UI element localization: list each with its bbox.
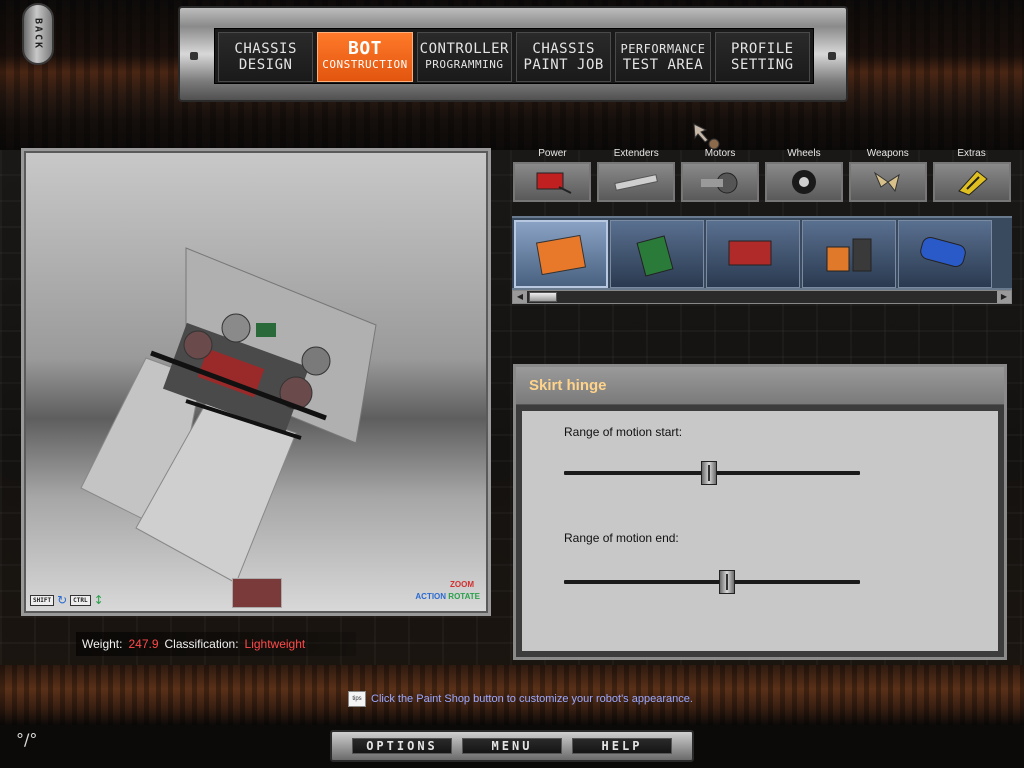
weight-value: 247.9: [128, 637, 159, 651]
category-motors[interactable]: Motors: [680, 146, 761, 208]
part-battery-pair[interactable]: [802, 220, 896, 288]
red-battery-box-icon: [728, 240, 772, 266]
range-start-label: Range of motion start:: [564, 425, 683, 439]
parts-scrollbar[interactable]: ◀ ▶: [512, 290, 1012, 304]
power-icon: [513, 162, 592, 202]
bot-viewport-frame: SHIFT ↻ CTRL ↕ ZOOM ACTION ROTATE: [21, 148, 491, 616]
classification-value: Lightweight: [244, 637, 306, 651]
category-extras[interactable]: Extras: [931, 146, 1012, 208]
part-thumbnail: [232, 578, 282, 608]
scroll-left-arrow-icon[interactable]: ◀: [513, 291, 527, 303]
top-nav: CHASSIS DESIGN BOT CONSTRUCTION CONTROLL…: [178, 6, 848, 102]
circuit-board-green-icon: [636, 235, 674, 277]
tip-line: tips Click the Paint Shop button to cust…: [348, 690, 693, 708]
move-arrow-icon: ↕: [93, 593, 104, 607]
ctrl-key: CTRL: [70, 594, 91, 606]
rivet-icon: [828, 52, 836, 60]
circuit-board-orange-icon: [535, 234, 587, 276]
bot-3d-viewport[interactable]: SHIFT ↻ CTRL ↕ ZOOM ACTION ROTATE: [26, 153, 486, 611]
menu-button[interactable]: MENU: [462, 738, 562, 754]
weapon-icon: [848, 162, 927, 202]
part-circuit-board-orange[interactable]: [514, 220, 608, 288]
properties-panel: Skirt hinge Range of motion start: Range…: [513, 364, 1007, 660]
range-start-handle[interactable]: [701, 461, 718, 485]
action-legend: ACTION ROTATE: [415, 592, 480, 601]
properties-title: Skirt hinge: [516, 367, 1004, 405]
category-wheels[interactable]: Wheels: [763, 146, 844, 208]
range-start-slider[interactable]: [564, 461, 860, 485]
shift-key: SHIFT: [30, 594, 55, 606]
range-end-slider[interactable]: [564, 570, 860, 594]
part-circuit-board-green[interactable]: [610, 220, 704, 288]
tab-performance-test-area[interactable]: PERFORMANCE TEST AREA: [615, 32, 711, 82]
classification-label: Classification:: [164, 637, 239, 651]
battery-pair-icon: [826, 238, 872, 272]
category-weapons[interactable]: Weapons: [847, 146, 928, 208]
view-controls-legend: SHIFT ↻ CTRL ↕: [30, 593, 104, 607]
tab-profile-setting[interactable]: PROFILE SETTING: [714, 32, 810, 82]
range-end-label: Range of motion end:: [564, 531, 679, 545]
category-extenders[interactable]: Extenders: [596, 146, 677, 208]
tab-controller-programming[interactable]: CONTROLLER PROGRAMMING: [416, 32, 512, 82]
zoom-label: ZOOM: [450, 580, 474, 589]
back-button[interactable]: BACK: [22, 3, 54, 65]
back-label: BACK: [32, 17, 44, 51]
category-power[interactable]: Power: [512, 146, 593, 208]
scroll-thumb[interactable]: [529, 292, 557, 302]
part-categories: Power Extenders Motors Wheels Weapons Ex…: [512, 146, 1012, 208]
extender-icon: [597, 162, 676, 202]
robot-model: [80, 247, 377, 584]
extras-icon: [932, 162, 1011, 202]
tab-chassis-design[interactable]: CHASSIS DESIGN: [218, 32, 314, 82]
options-button[interactable]: OPTIONS: [352, 738, 452, 754]
part-red-battery-box[interactable]: [706, 220, 800, 288]
part-blue-canister[interactable]: [898, 220, 992, 288]
bottom-menu: OPTIONS MENU HELP: [330, 730, 694, 762]
parts-strip: [512, 216, 1012, 290]
weight-classification: Weight: 247.9 Classification: Lightweigh…: [76, 632, 356, 656]
properties-body: Range of motion start: Range of motion e…: [522, 411, 998, 651]
weight-label: Weight:: [82, 637, 123, 651]
scroll-right-arrow-icon[interactable]: ▶: [997, 291, 1011, 303]
rivet-icon: [190, 52, 198, 60]
status-gauge-icon: °/°: [16, 730, 38, 749]
tab-bot-construction[interactable]: BOT CONSTRUCTION: [317, 32, 413, 82]
tips-icon: tips: [348, 691, 366, 707]
tip-text: Click the Paint Shop button to customize…: [371, 693, 693, 705]
wheel-icon: [764, 162, 843, 202]
range-end-handle[interactable]: [718, 570, 735, 594]
tab-chassis-paint-job[interactable]: CHASSIS PAINT JOB: [515, 32, 612, 82]
rotate-arrow-icon: ↻: [57, 593, 68, 607]
help-button[interactable]: HELP: [572, 738, 672, 754]
blue-puma-canister-icon: [920, 236, 966, 268]
motor-icon: [681, 162, 760, 202]
nav-tabs: CHASSIS DESIGN BOT CONSTRUCTION CONTROLL…: [214, 28, 814, 84]
